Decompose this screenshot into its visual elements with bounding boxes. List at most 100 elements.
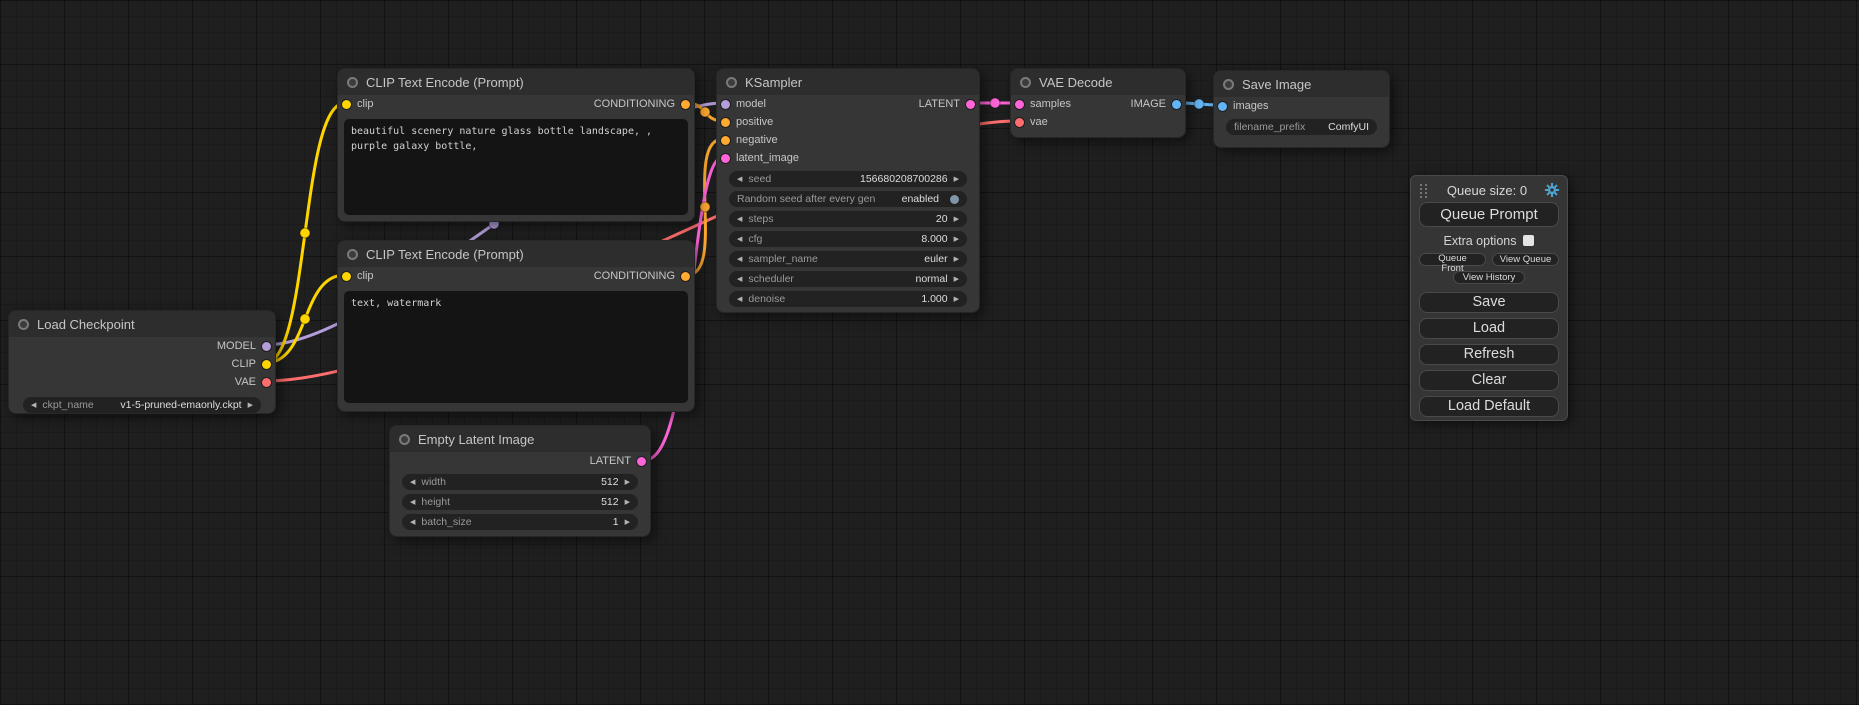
conditioning-slot-dot[interactable] — [681, 272, 690, 281]
output-slot-latent[interactable]: LATENT — [919, 98, 979, 110]
arrow-left-icon[interactable]: ◀ — [737, 236, 742, 243]
node-load-checkpoint[interactable]: Load Checkpoint MODEL CLIP VAE ◀ ckpt_na… — [8, 310, 276, 414]
height-widget[interactable]: ◀ height 512 ▶ — [402, 494, 638, 510]
arrow-right-icon[interactable]: ▶ — [954, 216, 959, 223]
arrow-left-icon[interactable]: ◀ — [410, 519, 415, 526]
arrow-right-icon[interactable]: ▶ — [954, 276, 959, 283]
view-queue-button[interactable]: View Queue — [1492, 253, 1559, 266]
wire-midpoint-latent-output[interactable] — [990, 98, 1000, 108]
queue-front-button[interactable]: Queue Front — [1419, 253, 1486, 266]
node-title-bar[interactable]: Empty Latent Image — [390, 426, 650, 452]
conditioning-slot-dot[interactable] — [721, 118, 730, 127]
node-title-bar[interactable]: VAE Decode — [1011, 69, 1185, 95]
arrow-right-icon[interactable]: ▶ — [954, 256, 959, 263]
toggle-on-icon[interactable] — [950, 195, 959, 204]
conditioning-slot-dot[interactable] — [681, 100, 690, 109]
arrow-right-icon[interactable]: ▶ — [248, 402, 253, 409]
collapse-dot-icon[interactable] — [347, 77, 358, 88]
clip-slot-dot[interactable] — [262, 360, 271, 369]
load-default-button[interactable]: Load Default — [1419, 396, 1559, 417]
wire-midpoint-conditioning-negative[interactable] — [700, 202, 710, 212]
conditioning-slot-dot[interactable] — [721, 136, 730, 145]
settings-gear-icon[interactable] — [1545, 183, 1559, 197]
input-slot-negative[interactable]: negative — [717, 134, 778, 146]
width-widget[interactable]: ◀ width 512 ▶ — [402, 474, 638, 490]
save-button[interactable]: Save — [1419, 292, 1559, 313]
collapse-dot-icon[interactable] — [1020, 77, 1031, 88]
node-title-bar[interactable]: Save Image — [1214, 71, 1389, 97]
node-empty-latent-image[interactable]: Empty Latent Image LATENT ◀ width 512 ▶ … — [389, 425, 651, 537]
input-slot-latent-image[interactable]: latent_image — [717, 152, 799, 164]
wire-midpoint-clip-negative[interactable] — [300, 314, 310, 324]
collapse-dot-icon[interactable] — [18, 319, 29, 330]
arrow-right-icon[interactable]: ▶ — [625, 519, 630, 526]
input-slot-images[interactable]: images — [1214, 100, 1268, 112]
output-slot-conditioning[interactable]: CONDITIONING — [594, 270, 694, 282]
node-vae-decode[interactable]: VAE Decode samples IMAGE vae — [1010, 68, 1186, 138]
clip-slot-dot[interactable] — [342, 272, 351, 281]
output-slot-vae[interactable]: VAE — [235, 376, 275, 388]
model-slot-dot[interactable] — [262, 342, 271, 351]
cfg-widget[interactable]: ◀ cfg 8.000 ▶ — [729, 231, 967, 247]
collapse-dot-icon[interactable] — [1223, 79, 1234, 90]
seed-widget[interactable]: ◀ seed 156680208700286 ▶ — [729, 171, 967, 187]
wire-midpoint-image[interactable] — [1194, 99, 1204, 109]
node-title-bar[interactable]: CLIP Text Encode (Prompt) — [338, 69, 694, 95]
image-slot-dot[interactable] — [1172, 100, 1181, 109]
load-button[interactable]: Load — [1419, 318, 1559, 339]
arrow-left-icon[interactable]: ◀ — [737, 296, 742, 303]
extra-options-checkbox[interactable] — [1523, 235, 1534, 246]
wire-midpoint-conditioning-positive[interactable] — [700, 107, 710, 117]
steps-widget[interactable]: ◀ steps 20 ▶ — [729, 211, 967, 227]
arrow-left-icon[interactable]: ◀ — [31, 402, 36, 409]
image-slot-dot[interactable] — [1218, 102, 1227, 111]
clear-button[interactable]: Clear — [1419, 370, 1559, 391]
clip-slot-dot[interactable] — [342, 100, 351, 109]
arrow-left-icon[interactable]: ◀ — [737, 256, 742, 263]
collapse-dot-icon[interactable] — [726, 77, 737, 88]
arrow-right-icon[interactable]: ▶ — [625, 479, 630, 486]
arrow-right-icon[interactable]: ▶ — [954, 296, 959, 303]
input-slot-clip[interactable]: clip — [338, 98, 374, 110]
prompt-textarea[interactable]: text, watermark — [344, 291, 688, 403]
filename-prefix-widget[interactable]: filename_prefix ComfyUI — [1226, 119, 1377, 135]
latent-slot-dot[interactable] — [721, 154, 730, 163]
output-slot-conditioning[interactable]: CONDITIONING — [594, 98, 694, 110]
arrow-right-icon[interactable]: ▶ — [954, 176, 959, 183]
input-slot-positive[interactable]: positive — [717, 116, 773, 128]
arrow-left-icon[interactable]: ◀ — [737, 276, 742, 283]
latent-slot-dot[interactable] — [966, 100, 975, 109]
output-slot-image[interactable]: IMAGE — [1131, 98, 1185, 110]
output-slot-clip[interactable]: CLIP — [232, 358, 275, 370]
scheduler-widget[interactable]: ◀ scheduler normal ▶ — [729, 271, 967, 287]
collapse-dot-icon[interactable] — [399, 434, 410, 445]
batch-size-widget[interactable]: ◀ batch_size 1 ▶ — [402, 514, 638, 530]
latent-slot-dot[interactable] — [1015, 100, 1024, 109]
arrow-left-icon[interactable]: ◀ — [737, 176, 742, 183]
arrow-right-icon[interactable]: ▶ — [954, 236, 959, 243]
collapse-dot-icon[interactable] — [347, 249, 358, 260]
latent-slot-dot[interactable] — [637, 457, 646, 466]
wire-midpoint-clip-positive[interactable] — [300, 228, 310, 238]
output-slot-latent[interactable]: LATENT — [590, 455, 650, 467]
input-slot-vae[interactable]: vae — [1011, 116, 1048, 128]
node-title-bar[interactable]: Load Checkpoint — [9, 311, 275, 337]
refresh-button[interactable]: Refresh — [1419, 344, 1559, 365]
arrow-right-icon[interactable]: ▶ — [625, 499, 630, 506]
node-save-image[interactable]: Save Image images filename_prefix ComfyU… — [1213, 70, 1390, 148]
input-slot-clip[interactable]: clip — [338, 270, 374, 282]
vae-slot-dot[interactable] — [262, 378, 271, 387]
node-title-bar[interactable]: KSampler — [717, 69, 979, 95]
vae-slot-dot[interactable] — [1015, 118, 1024, 127]
random-seed-toggle-widget[interactable]: Random seed after every gen enabled — [729, 191, 967, 207]
node-clip-text-encode-negative[interactable]: CLIP Text Encode (Prompt) clip CONDITION… — [337, 240, 695, 412]
input-slot-samples[interactable]: samples — [1011, 98, 1071, 110]
output-slot-model[interactable]: MODEL — [217, 340, 275, 352]
sampler-name-widget[interactable]: ◀ sampler_name euler ▶ — [729, 251, 967, 267]
drag-handle-icon[interactable] — [1419, 183, 1429, 198]
node-graph-canvas[interactable]: Load Checkpoint MODEL CLIP VAE ◀ ckpt_na… — [0, 0, 1859, 705]
arrow-left-icon[interactable]: ◀ — [410, 479, 415, 486]
model-slot-dot[interactable] — [721, 100, 730, 109]
queue-prompt-button[interactable]: Queue Prompt — [1419, 202, 1559, 227]
input-slot-model[interactable]: model — [717, 98, 766, 110]
